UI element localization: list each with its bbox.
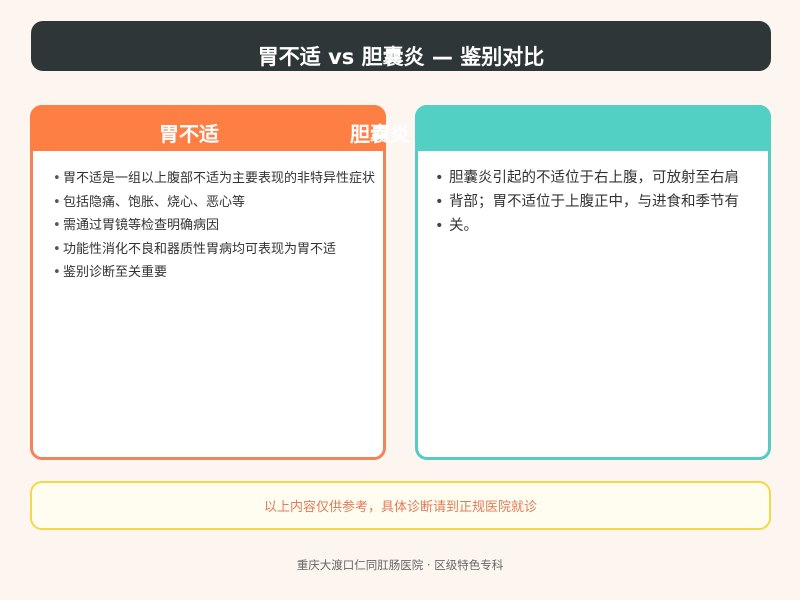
title-bar: 胃不适 vs 胆囊炎 — 鉴别对比 (31, 21, 771, 71)
list-item: 包括隐痛、饱胀、烧心、恶心等 (53, 195, 383, 220)
list-item: 功能性消化不良和器质性胃病均可表现为胃不适 (53, 242, 383, 267)
list-item: 鉴别诊断至关重要 (53, 266, 383, 290)
disclaimer-text: 以上内容仅供参考，具体诊断请到正规医院就诊 (263, 500, 537, 515)
stomach-card-title: 胃不适 (159, 122, 219, 146)
cholecystitis-card-title: 胆囊炎 (350, 122, 410, 146)
list-item: 胃不适是一组以上腹部不适为主要表现的非特异性症状 (53, 172, 383, 196)
list-item: 背部；胃不适位于上腹正中，与进食和季节有 (435, 195, 753, 219)
disclaimer-box: 以上内容仅供参考，具体诊断请到正规医院就诊 (30, 481, 771, 530)
cholecystitis-card-header (415, 105, 771, 151)
stomach-symptom-list: 胃不适是一组以上腹部不适为主要表现的非特异性症状 包括隐痛、饱胀、烧心、恶心等 … (53, 172, 383, 290)
cholecystitis-symptom-list: 胆囊炎引起的不适位于右上腹，可放射至右肩 背部；胃不适位于上腹正中，与进食和季节… (435, 171, 753, 243)
page-title: 胃不适 vs 胆囊炎 — 鉴别对比 (257, 45, 545, 69)
stomach-card-header: 胃不适 (30, 105, 386, 151)
list-item: 胆囊炎引起的不适位于右上腹，可放射至右肩 (435, 171, 753, 195)
footer-hospital-name: 重庆大渡口仁同肛肠医院 · 区级特色专科 (296, 558, 504, 572)
cholecystitis-card: 胆囊炎引起的不适位于右上腹，可放射至右肩 背部；胃不适位于上腹正中，与进食和季节… (415, 105, 771, 460)
list-item: 需通过胃镜等检查明确病因 (53, 219, 383, 243)
list-item: 关。 (435, 219, 753, 243)
stomach-card: 胃不适 胃不适是一组以上腹部不适为主要表现的非特异性症状 包括隐痛、饱胀、烧心、… (30, 105, 386, 460)
